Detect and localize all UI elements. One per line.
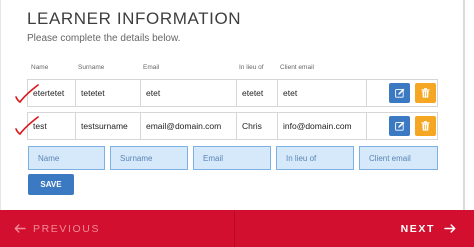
- edit-button[interactable]: [389, 116, 410, 136]
- next-button[interactable]: NEXT: [401, 210, 456, 247]
- column-header-surname: Surname: [78, 64, 105, 71]
- cell-email: etet: [141, 80, 237, 106]
- column-header-client-email: Client email: [280, 64, 314, 71]
- in-lieu-of-input[interactable]: [276, 146, 354, 170]
- cell-in-lieu-of: etetet: [237, 80, 278, 106]
- arrow-right-icon: [444, 224, 456, 233]
- cell-client-email: etet: [278, 80, 367, 106]
- surname-input[interactable]: [110, 146, 188, 170]
- footer-nav: PREVIOUS NEXT: [0, 210, 474, 247]
- delete-button[interactable]: [415, 83, 436, 103]
- table-header: Name Surname Email In lieu of Client ema…: [27, 62, 438, 78]
- page-subtitle: Please complete the details below.: [27, 33, 181, 44]
- pencil-square-icon: [394, 121, 404, 131]
- cell-surname: testsurname: [76, 113, 141, 139]
- learner-table: Name Surname Email In lieu of Client ema…: [27, 62, 438, 140]
- column-header-name: Name: [31, 64, 49, 71]
- cell-name: test: [28, 113, 76, 139]
- column-header-in-lieu-of: In lieu of: [239, 64, 264, 71]
- cell-in-lieu-of: Chris: [237, 113, 278, 139]
- pencil-square-icon: [394, 88, 404, 98]
- right-border: [463, 0, 465, 210]
- name-input[interactable]: [28, 146, 105, 170]
- left-border: [0, 0, 1, 210]
- cell-name: etertetet: [28, 80, 76, 106]
- save-button[interactable]: SAVE: [28, 174, 74, 195]
- cell-surname: tetetet: [76, 80, 141, 106]
- footer-divider: [234, 210, 235, 247]
- client-email-input[interactable]: [359, 146, 438, 170]
- trash-icon: [421, 121, 430, 131]
- email-input[interactable]: [193, 146, 271, 170]
- edit-button[interactable]: [389, 83, 410, 103]
- trash-icon: [421, 88, 430, 98]
- table-row: etertetet tetetet etet etetet etet: [27, 79, 438, 107]
- cell-client-email: info@domain.com: [278, 113, 367, 139]
- table-row: test testsurname email@domain.com Chris …: [27, 112, 438, 140]
- next-label: NEXT: [400, 222, 435, 235]
- cell-email: email@domain.com: [141, 113, 237, 139]
- delete-button[interactable]: [415, 116, 436, 136]
- arrow-left-icon: [14, 224, 26, 233]
- previous-button[interactable]: PREVIOUS: [14, 210, 100, 247]
- column-header-email: Email: [143, 64, 160, 71]
- previous-label: PREVIOUS: [33, 222, 101, 235]
- page-title: LEARNER INFORMATION: [27, 9, 242, 28]
